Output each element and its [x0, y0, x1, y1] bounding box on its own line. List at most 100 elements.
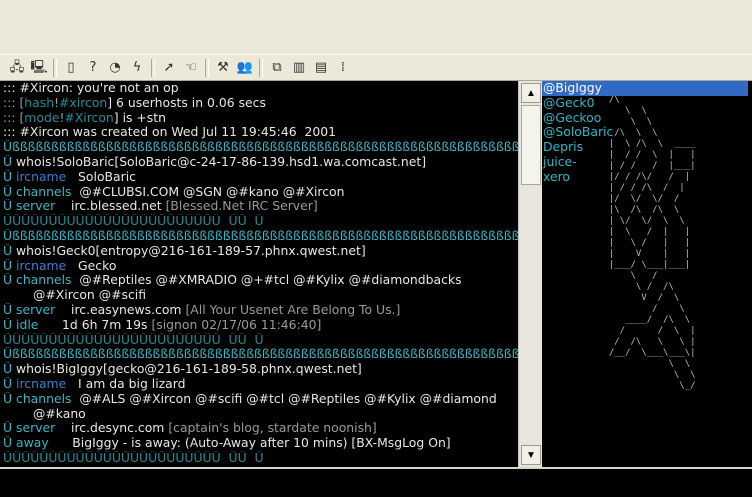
chat-line: Û ircname Gecko [3, 259, 518, 274]
tile-horizontal-button[interactable]: ▤ [310, 58, 332, 78]
chat-text-segment: @#Xircon @#scifi [33, 288, 146, 303]
nick-item[interactable]: @Geckoo [542, 110, 639, 126]
tile-vertical-icon: ▥ [292, 60, 306, 75]
scroll-up-button[interactable]: ▲ [521, 83, 541, 103]
chat-line: Û server irc.easynews.com [All Your Usen… [3, 303, 518, 318]
run-icon: ➚ [163, 60, 175, 75]
chat-text-segment: Û [3, 273, 17, 288]
help-icon: ? [89, 60, 97, 75]
tools-button[interactable]: ⚒ [212, 58, 234, 78]
chat-text-segment: irc.blessed.net [55, 199, 166, 214]
nick-item[interactable]: @Geck0 [542, 95, 639, 111]
chat-text-segment: #Xircon [64, 110, 114, 125]
connect-button[interactable]: 🖧 [6, 58, 28, 78]
chat-text-segment: mode [24, 110, 60, 125]
run-button[interactable]: ➚ [158, 58, 180, 78]
tile-vertical-button[interactable]: ▥ [288, 58, 310, 78]
cascade-window-button[interactable]: ⧉ [266, 58, 288, 78]
chat-text-segment: #xircon [59, 95, 108, 110]
query-button[interactable]: ◔ [104, 58, 126, 78]
chat-text-segment: 1d 6h 7m 19s [38, 317, 152, 332]
disconnect-button[interactable]: 🖳 [28, 58, 50, 78]
chat-line: Û idle 1d 6h 7m 19s [signon 02/17/06 11:… [3, 318, 518, 333]
lightning-button[interactable]: ϟ [126, 58, 148, 78]
window-top-area [0, 0, 752, 54]
chat-text-segment: @#Reptiles @#XMRADIO @+#tcl @#Kylix @#di… [71, 273, 462, 288]
chat-text-segment: ::: #Xircon was created on Wed Jul 11 19… [3, 125, 337, 140]
chat-text-segment: ÛÛÛÛÛÛÛÛÛÛÛÛÛÛÛÛÛÛÛÛÛÛÛÛ ÛÛ Û [3, 450, 264, 465]
chat-text-segment: ::: [ [3, 110, 25, 125]
chat-text-segment: Û [3, 391, 17, 406]
chat-line: Û away BigIggy - is away: (Auto-Away aft… [3, 436, 518, 451]
chat-text-segment: ] 6 userhosts in 0.06 secs [107, 95, 266, 110]
chat-text-segment: ircname [16, 169, 67, 184]
open-icon: ▯ [67, 60, 75, 75]
toolbar-group: ⚒ 👥 [212, 58, 256, 78]
chat-text-segment: Û [3, 199, 17, 214]
nick-item[interactable]: @BigIggy [542, 81, 748, 96]
hand-button[interactable]: ☜ [180, 58, 202, 78]
users-button[interactable]: 👥 [234, 58, 256, 78]
hand-icon: ☜ [185, 60, 197, 75]
art-dark-block [652, 391, 688, 405]
chat-text-segment: whois!SoloBaric[SoloBaric@c-24-17-86-139… [16, 154, 427, 169]
chat-text-segment: hash [24, 95, 55, 110]
chat-text-segment: whois!Geck0[entropy@216-161-189-57.phnx.… [16, 243, 366, 258]
chat-text-segment: [Blessed.Net IRC Server] [165, 199, 318, 214]
toolbar-group: ▯? ◔ ϟ [60, 58, 148, 78]
chat-text-segment: [All Your Usenet Are Belong To Us.] [185, 302, 401, 317]
chat-line: Û server irc.blessed.net [Blessed.Net IR… [3, 199, 518, 214]
toolbar-separator [53, 58, 57, 77]
chat-text-segment: Û [3, 362, 17, 377]
chat-line: Û whois!Geck0[entropy@216-161-189-57.phn… [3, 244, 518, 259]
toolbar-separator [259, 58, 263, 77]
arrange-button[interactable]: ⁞ [332, 58, 354, 78]
scroll-thumb[interactable] [521, 105, 541, 185]
chat-line: Ûßßßßßßßßßßßßßßßßßßßßßßßßßßßßßßßßßßßßßßß… [3, 229, 518, 244]
nick-item[interactable]: Depris [542, 139, 639, 155]
chat-line: Û server irc.desync.com [captain's blog,… [3, 421, 518, 436]
chat-line: ::: [hash!#xircon] 6 userhosts in 0.06 s… [3, 96, 518, 111]
cascade-window-icon: ⧉ [272, 60, 282, 75]
chat-line: Û channels @#CLUBSI.COM @SGN @#kano @#Xi… [3, 185, 518, 200]
chat-text-segment: Û [3, 169, 17, 184]
chat-text-segment: I am da big lizard [66, 376, 186, 391]
chat-text-segment: irc.desync.com [55, 421, 169, 436]
chat-line: Ûßßßßßßßßßßßßßßßßßßßßßßßßßßßßßßßßßßßßßßß… [3, 140, 518, 155]
chat-text-segment: channels [16, 391, 72, 406]
help-button[interactable]: ? [82, 58, 104, 78]
toolbar-group: ⧉ ▥ ▤ ⁞ [266, 58, 354, 78]
chat-text-segment: BigIggy - is away: (Auto-Away after 10 m… [48, 436, 451, 451]
chat-text-segment: @#kano [33, 406, 86, 421]
chat-text-segment: Û [3, 243, 17, 258]
chat-scrollbar[interactable]: ▲ ▼ [518, 81, 542, 467]
nick-item[interactable]: xero [542, 169, 639, 185]
toolbar: 🖧 🖳 ▯? ◔ ϟ ➚ ☜ ⚒ 👥 ⧉ ▥ ▤ ⁞ [0, 54, 752, 81]
toolbar-group: 🖧 🖳 [6, 58, 50, 78]
open-button[interactable]: ▯ [60, 58, 82, 78]
chat-output[interactable]: ::: #Xircon: you're not an op::: [hash!#… [0, 81, 518, 467]
arrow-up-icon: ▲ [526, 87, 536, 99]
scroll-down-button[interactable]: ▼ [521, 445, 541, 465]
chat-text-segment: [signon 02/17/06 11:46:40] [151, 317, 322, 332]
nick-item[interactable]: @SoloBaric [542, 125, 639, 140]
chat-text-segment: ::: [ [3, 95, 25, 110]
chat-text-segment: [captain's blog, stardate noonish] [168, 421, 377, 436]
chat-line: Ûßßßßßßßßßßßßßßßßßßßßßßßßßßßßßßßßßßßßßßß… [3, 347, 518, 362]
message-input[interactable] [0, 467, 752, 497]
chat-line: ::: #Xircon was created on Wed Jul 11 19… [3, 125, 518, 140]
tile-horizontal-icon: ▤ [314, 60, 328, 75]
chat-line: @#kano [3, 407, 518, 422]
tools-icon: ⚒ [217, 60, 229, 75]
chat-text-segment: server [16, 302, 56, 317]
nick-item[interactable]: juice- [542, 154, 639, 170]
connect-icon: 🖧 [9, 60, 25, 75]
chat-line: Û whois!SoloBaric[SoloBaric@c-24-17-86-1… [3, 155, 518, 170]
chat-line: Û channels @#Reptiles @#XMRADIO @+#tcl @… [3, 273, 518, 288]
nick-list[interactable]: @BigIggy @Geck0 @Geckoo @SoloBaric Depris jui… [542, 81, 752, 467]
chat-line: Û ircname I am da big lizard [3, 377, 518, 392]
chat-text-segment: ] is +stn [113, 110, 166, 125]
chat-text-segment: Û [3, 317, 17, 332]
toolbar-separator [151, 58, 155, 77]
arrow-down-icon: ▼ [526, 449, 536, 461]
